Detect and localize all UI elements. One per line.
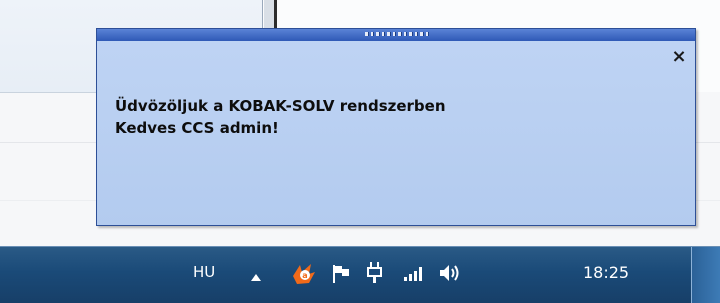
action-center-flag-icon[interactable] — [330, 263, 352, 289]
close-button[interactable]: × — [671, 48, 687, 66]
welcome-notification-popup[interactable]: × Üdvözöljuk a KOBAK-SOLV rendszerben Ke… — [96, 28, 696, 226]
power-plug-icon[interactable] — [364, 261, 386, 289]
background-splitter — [264, 0, 277, 30]
welcome-message: Üdvözöljuk a KOBAK-SOLV rendszerben Kedv… — [115, 95, 655, 139]
network-signal-icon[interactable] — [402, 263, 428, 287]
show-desktop-button[interactable] — [691, 247, 720, 303]
welcome-message-line-1: Üdvözöljuk a KOBAK-SOLV rendszerben — [115, 97, 446, 115]
show-hidden-icons-arrow-icon[interactable] — [250, 268, 262, 287]
taskbar: HU a 18:25 — [0, 246, 720, 303]
welcome-message-line-2: Kedves CCS admin! — [115, 119, 279, 137]
volume-icon[interactable] — [438, 262, 462, 288]
popup-titlebar[interactable] — [97, 29, 695, 41]
svg-text:a: a — [302, 271, 307, 280]
drag-grip-icon[interactable] — [365, 32, 429, 37]
avast-antivirus-icon[interactable]: a — [291, 262, 317, 290]
system-clock[interactable]: 18:25 — [583, 263, 629, 282]
language-indicator[interactable]: HU — [193, 263, 215, 281]
